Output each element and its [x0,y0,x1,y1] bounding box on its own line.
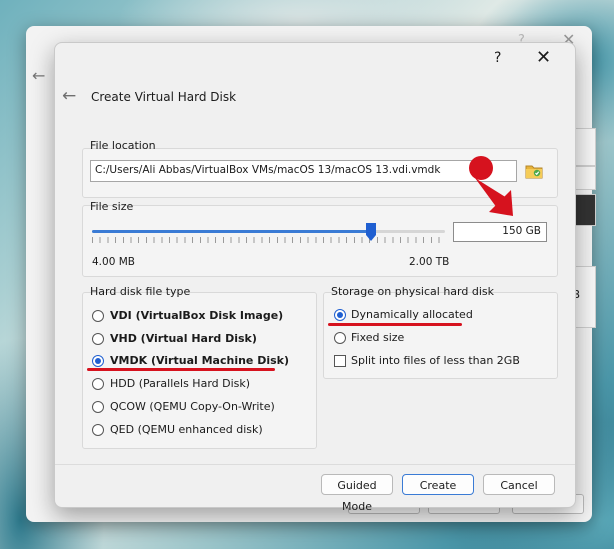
background-field [574,194,596,226]
background-back-icon: ← [32,66,46,85]
split-checkbox[interactable] [334,355,346,367]
guided-mode-button[interactable]: Guided Mode [321,474,393,513]
radio-qed[interactable] [92,424,104,436]
option-fixed-label[interactable]: Fixed size [351,331,404,344]
option-qcow-label[interactable]: QCOW (QEMU Copy-On-Write) [110,400,275,413]
file-size-label: File size [90,200,134,213]
file-location-label: File location [90,139,156,152]
option-split-label[interactable]: Split into files of less than 2GB [351,354,520,367]
radio-qcow[interactable] [92,401,104,413]
size-min-label: 4.00 MB [92,256,135,268]
radio-vmdk[interactable] [92,355,104,367]
annotation-underline-vmdk [87,368,275,371]
option-dynamic-label[interactable]: Dynamically allocated [351,308,473,321]
cancel-button[interactable]: Cancel [483,474,555,495]
dialog-title: Create Virtual Hard Disk [91,90,237,104]
size-max-label: 2.00 TB [409,256,450,268]
radio-fixed[interactable] [334,332,346,344]
option-qed-label[interactable]: QED (QEMU enhanced disk) [110,423,263,436]
back-arrow-icon[interactable]: ← [62,86,76,106]
storage-label: Storage on physical hard disk [331,285,494,298]
radio-vdi[interactable] [92,310,104,322]
size-input[interactable]: 150 GB [453,222,547,242]
radio-dynamic[interactable] [334,309,346,321]
size-slider-track[interactable] [92,230,445,233]
annotation-arrow-icon [469,156,513,216]
background-field [574,166,596,190]
background-field [574,128,596,166]
option-vdi-label[interactable]: VDI (VirtualBox Disk Image) [110,309,283,322]
footer-divider [55,464,575,465]
radio-vhd[interactable] [92,333,104,345]
option-hdd-label[interactable]: HDD (Parallels Hard Disk) [110,377,250,390]
size-slider-ticks [92,237,445,243]
disk-type-label: Hard disk file type [90,285,191,298]
option-vhd-label[interactable]: VHD (Virtual Hard Disk) [110,332,257,345]
file-path-input[interactable]: C:/Users/Ali Abbas/VirtualBox VMs/macOS … [90,160,517,182]
annotation-underline-dynamic [328,323,462,326]
help-icon[interactable]: ? [494,50,501,66]
size-slider-fill [92,230,371,233]
option-vmdk-label[interactable]: VMDK (Virtual Machine Disk) [110,354,289,367]
create-button[interactable]: Create [402,474,474,495]
radio-hdd[interactable] [92,378,104,390]
close-icon[interactable]: ✕ [536,47,551,68]
size-slider-thumb[interactable] [365,223,376,241]
create-disk-dialog: ? ✕ ← Create Virtual Hard Disk File loca… [54,42,576,513]
